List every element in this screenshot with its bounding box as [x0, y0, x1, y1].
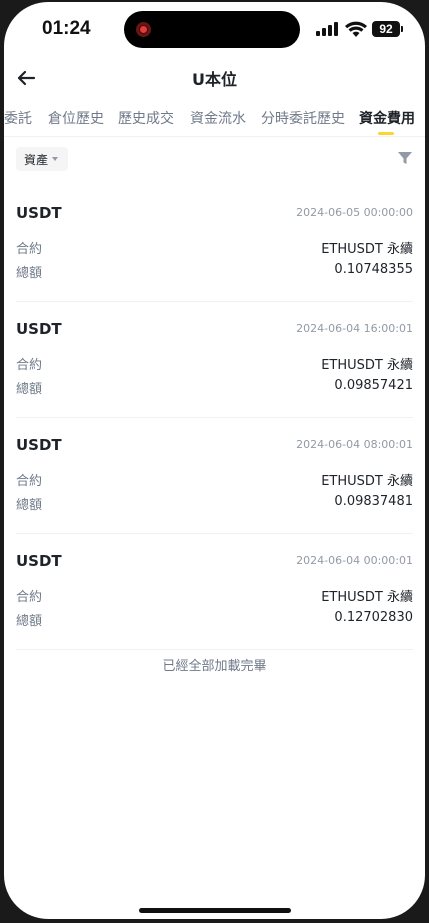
amount-value: 0.12702830 — [334, 610, 413, 625]
phone-screen: 01:24 92 U本位 委託 倉位歷史 歷史成交 資金流水 分時委託歷史 資金… — [4, 2, 425, 919]
list-item: USDT 2024-06-04 16:00:01 合約 ETHUSDT 永續 總… — [16, 302, 413, 418]
status-time: 01:24 — [42, 18, 91, 39]
funding-fee-list: USDT 2024-06-05 00:00:00 合約 ETHUSDT 永續 總… — [4, 186, 425, 650]
record-time: 2024-06-05 00:00:00 — [296, 206, 413, 219]
page-title: U本位 — [192, 70, 237, 89]
amount-value: 0.10748355 — [334, 262, 413, 277]
contract-label: 合約 — [16, 474, 43, 489]
record-time: 2024-06-04 08:00:01 — [296, 438, 413, 451]
tab-transaction-history[interactable]: 資金流水 — [190, 108, 246, 128]
amount-value: 0.09837481 — [334, 494, 413, 509]
tab-orders[interactable]: 委託 — [4, 108, 32, 128]
record-asset: USDT — [16, 320, 62, 338]
record-asset: USDT — [16, 552, 62, 570]
contract-label: 合約 — [16, 358, 43, 373]
tab-bar: 委託 倉位歷史 歷史成交 資金流水 分時委託歷史 資金費用 — [4, 102, 425, 137]
battery-icon: 92 — [372, 21, 403, 37]
end-of-list-note: 已經全部加載完畢 — [162, 659, 267, 674]
contract-label: 合約 — [16, 590, 43, 605]
record-asset: USDT — [16, 436, 62, 454]
caret-down-icon — [52, 157, 59, 161]
record-time: 2024-06-04 16:00:01 — [296, 322, 413, 335]
amount-value: 0.09857421 — [334, 378, 413, 393]
tab-trade-history[interactable]: 歷史成交 — [118, 108, 174, 128]
amount-label: 總額 — [16, 382, 43, 397]
filter-icon[interactable] — [397, 150, 413, 166]
amount-label: 總額 — [16, 614, 43, 629]
contract-value: ETHUSDT 永續 — [321, 474, 413, 489]
wifi-icon — [345, 21, 367, 37]
contract-value: ETHUSDT 永續 — [321, 590, 413, 605]
tab-twap-history[interactable]: 分時委託歷史 — [261, 108, 345, 128]
record-time: 2024-06-04 00:00:01 — [296, 554, 413, 567]
amount-label: 總額 — [16, 266, 43, 281]
list-item: USDT 2024-06-04 00:00:01 合約 ETHUSDT 永續 總… — [16, 534, 413, 650]
tab-funding-fee[interactable]: 資金費用 — [359, 108, 415, 128]
list-item: USDT 2024-06-04 08:00:01 合約 ETHUSDT 永續 總… — [16, 418, 413, 534]
tab-position-history[interactable]: 倉位歷史 — [48, 108, 104, 128]
asset-filter-label: 資產 — [24, 152, 49, 167]
contract-value: ETHUSDT 永續 — [321, 242, 413, 257]
dynamic-island — [124, 11, 300, 48]
contract-value: ETHUSDT 永續 — [321, 358, 413, 373]
header: U本位 — [4, 58, 425, 98]
contract-label: 合約 — [16, 242, 43, 257]
record-asset: USDT — [16, 204, 62, 222]
recording-indicator-icon — [136, 22, 151, 37]
home-indicator[interactable] — [139, 908, 291, 913]
list-item: USDT 2024-06-05 00:00:00 合約 ETHUSDT 永續 總… — [16, 186, 413, 302]
asset-filter-dropdown[interactable]: 資產 — [16, 147, 69, 171]
status-bar: 01:24 92 — [4, 2, 425, 58]
cellular-signal-icon — [316, 22, 340, 36]
active-tab-indicator — [378, 132, 394, 135]
amount-label: 總額 — [16, 498, 43, 513]
